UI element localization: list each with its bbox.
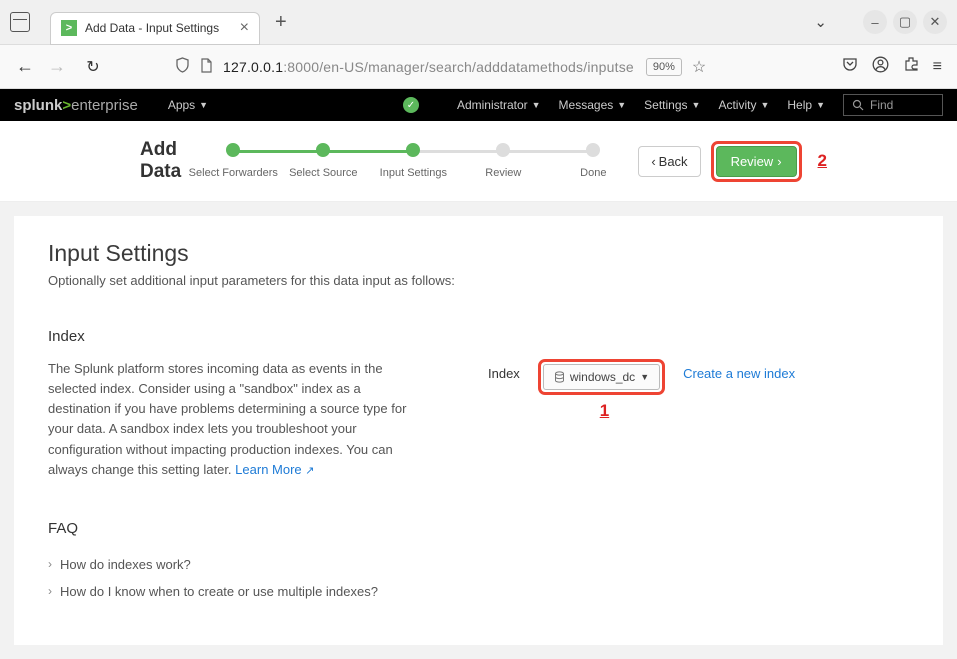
window-minimize-button[interactable]: – xyxy=(863,10,887,34)
menu-icon[interactable]: ≡ xyxy=(933,58,942,76)
page-subtitle: Optionally set additional input paramete… xyxy=(48,273,909,288)
step-done: Done xyxy=(548,143,638,179)
search-icon xyxy=(852,99,864,111)
annotation-highlight-2: Review› xyxy=(711,141,802,182)
index-description: The Splunk platform stores incoming data… xyxy=(48,359,408,480)
activity-menu[interactable]: Activity▼ xyxy=(718,98,769,112)
chevron-left-icon: ‹ xyxy=(651,154,655,169)
messages-menu[interactable]: Messages▼ xyxy=(559,98,627,112)
faq-heading: FAQ xyxy=(48,520,909,537)
apps-menu[interactable]: Apps▼ xyxy=(168,98,208,112)
account-icon[interactable] xyxy=(872,56,889,78)
step-select-forwarders[interactable]: Select Forwarders xyxy=(188,143,278,179)
faq-item-1[interactable]: ›How do indexes work? xyxy=(48,551,909,578)
chevron-right-icon: › xyxy=(48,557,52,571)
chevron-right-icon: › xyxy=(48,584,52,598)
browser-tab-bar: > Add Data - Input Settings × + ⌄ – ▢ ✕ xyxy=(0,0,957,45)
browser-toolbar-right: ≡ xyxy=(842,56,942,78)
tabs-dropdown-icon[interactable]: ⌄ xyxy=(814,13,827,31)
caret-down-icon: ▼ xyxy=(640,372,649,382)
faq-section: FAQ ›How do indexes work? ›How do I know… xyxy=(48,520,909,605)
window-close-button[interactable]: ✕ xyxy=(923,10,947,34)
settings-menu[interactable]: Settings▼ xyxy=(644,98,700,112)
site-info-icon[interactable] xyxy=(200,58,213,76)
index-section-heading: Index xyxy=(48,328,909,345)
create-index-link[interactable]: Create a new index xyxy=(683,359,795,381)
annotation-highlight-1: windows_dc ▼ xyxy=(538,359,665,395)
tab-close-icon[interactable]: × xyxy=(240,19,249,37)
logo-text-b: enterprise xyxy=(71,97,138,114)
learn-more-link[interactable]: Learn More ↗ xyxy=(235,462,314,477)
annotation-badge-2: 2 xyxy=(818,151,827,171)
wizard-steps: Select Forwarders Select Source Input Se… xyxy=(188,143,638,179)
index-selected-value: windows_dc xyxy=(570,370,635,384)
chevron-right-icon: › xyxy=(777,154,781,169)
url-bar[interactable]: 127.0.0.1:8000/en-US/manager/search/addd… xyxy=(175,57,800,77)
sidebar-toggle-icon[interactable] xyxy=(10,12,30,32)
find-input[interactable]: Find xyxy=(843,94,943,116)
step-input-settings[interactable]: Input Settings xyxy=(368,143,458,179)
zoom-badge[interactable]: 90% xyxy=(646,58,682,76)
nav-reload-button[interactable]: ↻ xyxy=(83,57,103,77)
pocket-icon[interactable] xyxy=(842,56,858,77)
new-tab-button[interactable]: + xyxy=(275,11,287,34)
browser-nav-bar: ← → ↻ 127.0.0.1:8000/en-US/manager/searc… xyxy=(0,45,957,89)
external-link-icon: ↗ xyxy=(305,465,314,477)
wizard-title: Add Data xyxy=(140,139,182,183)
tab-favicon-icon: > xyxy=(61,20,77,36)
extensions-icon[interactable] xyxy=(903,56,919,77)
content-area: Input Settings Optionally set additional… xyxy=(0,202,957,659)
url-text: 127.0.0.1:8000/en-US/manager/search/addd… xyxy=(223,59,634,75)
tab-title: Add Data - Input Settings xyxy=(85,21,219,35)
page-title: Input Settings xyxy=(48,240,909,267)
annotation-badge-1: 1 xyxy=(600,401,609,421)
nav-back-button[interactable]: ← xyxy=(15,56,35,77)
window-maximize-button[interactable]: ▢ xyxy=(893,10,917,34)
browser-tab[interactable]: > Add Data - Input Settings × xyxy=(50,12,260,45)
shield-icon[interactable] xyxy=(175,57,190,76)
help-menu[interactable]: Help▼ xyxy=(787,98,825,112)
logo-text-a: splunk xyxy=(14,97,62,114)
splunk-logo[interactable]: splunk>enterprise xyxy=(14,97,138,114)
index-dropdown[interactable]: windows_dc ▼ xyxy=(543,364,660,390)
database-icon xyxy=(554,371,565,383)
wizard-header: Add Data Select Forwarders Select Source… xyxy=(0,121,957,202)
index-field-label: Index xyxy=(488,359,520,381)
splunk-top-bar: splunk>enterprise Apps▼ ✓ Administrator▼… xyxy=(0,89,957,121)
step-review: Review xyxy=(458,143,548,179)
review-button[interactable]: Review› xyxy=(716,146,797,177)
bookmark-star-icon[interactable]: ☆ xyxy=(692,57,706,77)
health-check-icon[interactable]: ✓ xyxy=(403,97,419,113)
faq-item-2[interactable]: ›How do I know when to create or use mul… xyxy=(48,578,909,605)
nav-forward-button[interactable]: → xyxy=(47,56,67,77)
back-button[interactable]: ‹Back xyxy=(638,146,700,177)
administrator-menu[interactable]: Administrator▼ xyxy=(457,98,541,112)
step-select-source[interactable]: Select Source xyxy=(278,143,368,179)
